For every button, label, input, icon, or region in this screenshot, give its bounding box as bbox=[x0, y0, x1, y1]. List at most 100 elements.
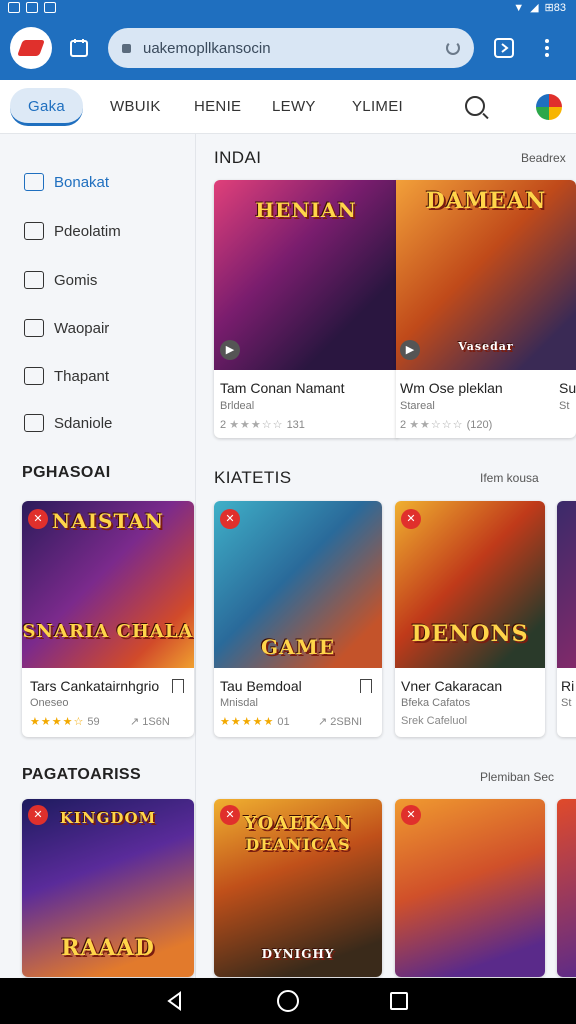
sidebar-item-label: Waopair bbox=[54, 319, 110, 337]
tab-wbuik[interactable]: WBUIK bbox=[110, 88, 161, 126]
close-icon[interactable]: ✕ bbox=[220, 509, 240, 529]
tab-lewy[interactable]: LEWY bbox=[272, 88, 316, 126]
game-card[interactable] bbox=[557, 799, 576, 977]
see-more-link[interactable]: Beadrex bbox=[521, 151, 566, 165]
game-card[interactable]: GAME ✕ Tau Bemdoal Mnisdal ★★★★★ 01 ↗ 2S… bbox=[214, 501, 382, 737]
sidebar-item-label: Bonakat bbox=[54, 173, 110, 191]
star-rating: ★★★★★ bbox=[220, 716, 275, 728]
sidebar-item-bonakat[interactable]: Bonakat bbox=[24, 168, 109, 196]
reload-icon[interactable] bbox=[446, 41, 460, 55]
art-title: DENONS bbox=[411, 621, 529, 647]
video-icon[interactable]: ▶ bbox=[400, 340, 420, 360]
see-more-link[interactable]: Plemiban Sec bbox=[480, 770, 554, 784]
see-more-link[interactable]: Ifem kousa bbox=[480, 471, 539, 485]
featured-card[interactable]: DAMEAN Vasedar ▶ Wm Ose pleklan Stareal … bbox=[396, 180, 576, 438]
star-rating: ★★☆☆☆ bbox=[409, 419, 464, 431]
art-subtitle: DEANICAS bbox=[245, 835, 351, 854]
main-content: INDAI Beadrex HENIAN ▶ Tam Conan Namant … bbox=[198, 134, 576, 978]
section-title: INDAI bbox=[214, 148, 262, 167]
game-art: GAME ✕ bbox=[214, 501, 382, 668]
game-art: HENIAN ▶ bbox=[214, 180, 398, 370]
notification-icon bbox=[26, 2, 38, 13]
wifi-icon: ▼ bbox=[513, 1, 525, 14]
more-menu-icon[interactable] bbox=[535, 36, 559, 60]
url-input[interactable] bbox=[143, 39, 446, 57]
featured-card[interactable]: HENIAN ▶ Tam Conan Namant Brldeal 2 ★★★☆… bbox=[214, 180, 398, 438]
status-bar: ▼ ◢ ⊞83 bbox=[0, 0, 576, 16]
sidebar-item-thapant[interactable]: Thapant bbox=[24, 362, 109, 390]
close-icon[interactable]: ✕ bbox=[28, 509, 48, 529]
sidebar-item-gomis[interactable]: Gomis bbox=[24, 266, 97, 294]
game-card[interactable]: YOAEKAN DEANICAS DYNIGHY ✕ bbox=[214, 799, 382, 977]
sidebar-item-pdeolatim[interactable]: Pdeolatim bbox=[24, 217, 121, 245]
notification-icon bbox=[44, 2, 56, 13]
home-button-icon[interactable] bbox=[277, 990, 299, 1012]
browser-toolbar bbox=[0, 16, 576, 80]
game-card[interactable]: Ri St bbox=[557, 501, 576, 737]
section-title: KIATETIS bbox=[214, 468, 292, 487]
star-rating: ★★★☆☆ bbox=[229, 419, 284, 431]
close-icon[interactable]: ✕ bbox=[401, 509, 421, 529]
sidebar-item-label: Thapant bbox=[54, 367, 110, 385]
sidebar-item-waopair[interactable]: Waopair bbox=[24, 314, 109, 342]
close-icon[interactable]: ✕ bbox=[220, 805, 240, 825]
count-value: (120) bbox=[466, 419, 493, 431]
card-title: Su bbox=[559, 380, 576, 396]
calendar-icon[interactable] bbox=[68, 36, 92, 60]
card-rating: 2 ★★☆☆☆ (120) bbox=[400, 418, 492, 431]
tabs-icon[interactable] bbox=[492, 36, 516, 60]
tag-icon bbox=[24, 367, 44, 385]
game-card[interactable]: ✕ bbox=[395, 799, 545, 977]
recent-apps-icon[interactable] bbox=[390, 992, 408, 1010]
image-icon bbox=[24, 319, 44, 337]
card-title: Tars Cankatairnhgrio bbox=[30, 678, 160, 694]
rating-value: 59 bbox=[87, 716, 100, 728]
battery-text: ⊞83 bbox=[544, 2, 566, 14]
top-tabs: Gaka WBUIK HENIE LEWY YLIMEI bbox=[0, 80, 576, 134]
art-title: HENIAN bbox=[255, 198, 357, 222]
game-art bbox=[557, 799, 576, 977]
rating-value: 2 bbox=[400, 419, 407, 431]
avatar[interactable] bbox=[536, 94, 562, 120]
card-subtitle: Mnisdal bbox=[220, 697, 258, 709]
art-subtitle: Vasedar bbox=[458, 340, 514, 353]
card-rating: Srek Cafeluol bbox=[401, 715, 468, 727]
card-title: Ri bbox=[561, 678, 575, 694]
tab-ylimei[interactable]: YLIMEI bbox=[352, 88, 403, 126]
back-icon[interactable] bbox=[164, 990, 186, 1012]
art-subtitle: RAAAD bbox=[61, 935, 155, 961]
game-art: DENONS ✕ bbox=[395, 501, 545, 668]
tab-gaka[interactable]: Gaka bbox=[10, 88, 84, 126]
game-card[interactable]: DENONS ✕ Vner Cakaracan Bfeka Cafatos Sr… bbox=[395, 501, 545, 737]
bookmark-icon[interactable] bbox=[360, 679, 372, 693]
game-art: KINGDOM RAAAD ✕ bbox=[22, 799, 194, 977]
close-icon[interactable]: ✕ bbox=[401, 805, 421, 825]
art-title: DAMEAN bbox=[425, 188, 547, 214]
close-icon[interactable]: ✕ bbox=[28, 805, 48, 825]
search-icon[interactable] bbox=[465, 96, 485, 116]
game-art: NAISTAN SNARIA CHALA ✕ bbox=[22, 501, 194, 668]
card-subtitle: Bfeka Cafatos bbox=[401, 697, 471, 709]
card-title: Wm Ose pleklan bbox=[400, 380, 503, 396]
sidebar-item-label: Pdeolatim bbox=[54, 222, 121, 240]
video-icon[interactable]: ▶ bbox=[220, 340, 240, 360]
share-icon: ↗ bbox=[318, 716, 328, 728]
sidebar-item-sdaniole[interactable]: Sdaniole bbox=[24, 409, 112, 437]
art-title: KINGDOM bbox=[59, 809, 157, 827]
bookmark-icon[interactable] bbox=[172, 679, 184, 693]
card-subtitle: St bbox=[561, 697, 572, 709]
system-nav-bar bbox=[0, 978, 576, 1024]
game-card[interactable]: NAISTAN SNARIA CHALA ✕ Tars Cankatairnhg… bbox=[22, 501, 194, 737]
card-subtitle: Stareal bbox=[400, 400, 435, 412]
count-value: 1S6N bbox=[142, 716, 170, 728]
card-title: Tam Conan Namant bbox=[220, 380, 345, 396]
art-subtitle: SNARIA CHALA bbox=[22, 621, 194, 642]
sidebar: Bonakat Pdeolatim Gomis Waopair Thapant … bbox=[0, 134, 196, 978]
chat-icon bbox=[24, 414, 44, 432]
app-logo[interactable] bbox=[10, 27, 52, 69]
share-icon: ↗ bbox=[130, 716, 140, 728]
game-card[interactable]: KINGDOM RAAAD ✕ bbox=[22, 799, 194, 977]
tab-henie[interactable]: HENIE bbox=[194, 88, 241, 126]
game-art: YOAEKAN DEANICAS DYNIGHY ✕ bbox=[214, 799, 382, 977]
url-bar[interactable] bbox=[108, 28, 474, 68]
